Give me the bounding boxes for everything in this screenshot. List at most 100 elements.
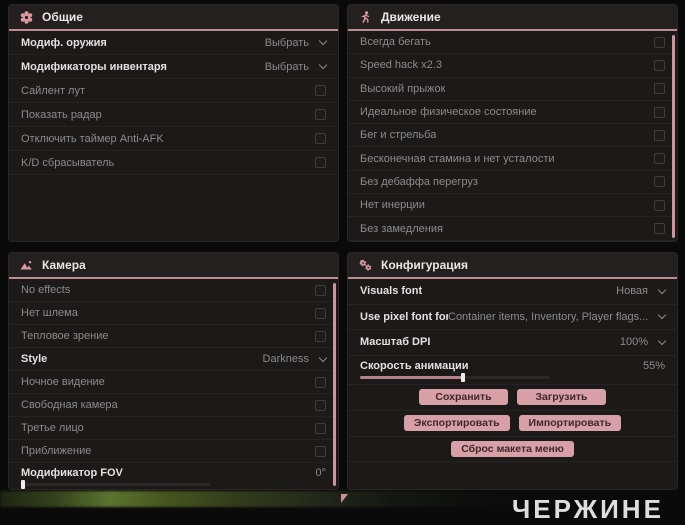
row-style: Style Darkness: [9, 348, 338, 371]
chevron-down-icon: [657, 311, 667, 320]
dpi-scale-dropdown[interactable]: 100%: [620, 336, 667, 348]
row-visuals-font: Visuals font Новая: [348, 279, 677, 305]
always-run-checkbox[interactable]: [654, 36, 665, 48]
row-no-inertia[interactable]: Нет инерции: [348, 194, 677, 218]
inventory-mods-dropdown[interactable]: Выбрать: [264, 60, 328, 73]
weapon-mods-dropdown[interactable]: Выбрать: [265, 36, 328, 49]
row-pixel-font: Use pixel font for Container items, Inve…: [348, 305, 677, 330]
visuals-font-dropdown[interactable]: Новая: [616, 285, 667, 298]
row-silent-loot[interactable]: Сайлент лут: [9, 79, 338, 103]
third-person-checkbox[interactable]: [315, 422, 326, 434]
row-label: Отключить таймер Anti-AFK: [21, 132, 164, 145]
load-button[interactable]: Загрузить: [517, 389, 606, 405]
no-slowdown-checkbox[interactable]: [654, 223, 665, 235]
row-perfect-condition[interactable]: Идеальное физическое состояние: [348, 101, 677, 125]
infinite-stamina-checkbox[interactable]: [654, 153, 665, 165]
panel-header-config: Конфигурация: [348, 253, 677, 279]
perfect-condition-checkbox[interactable]: [654, 106, 665, 118]
map-marker-artifact: [341, 494, 348, 503]
free-camera-checkbox[interactable]: [315, 399, 326, 411]
high-jump-checkbox[interactable]: [654, 83, 665, 95]
import-button[interactable]: Импортировать: [518, 415, 622, 431]
dropdown-value: Выбрать: [264, 60, 309, 73]
gears-icon: [359, 259, 372, 271]
row-label: Бег и стрельба: [360, 129, 437, 142]
row-thermal-vision[interactable]: Тепловое зрение: [9, 325, 338, 348]
chevron-down-icon: [657, 336, 667, 345]
animation-speed-value: 55%: [642, 360, 665, 372]
runner-icon: [361, 10, 370, 23]
row-label: Скорость анимации: [360, 360, 469, 372]
row-label: Без дебаффа перегруз: [360, 175, 478, 188]
row-no-slowdown[interactable]: Без замедления: [348, 217, 677, 241]
no-overload-debuff-checkbox[interactable]: [654, 176, 665, 188]
chevron-down-icon: [318, 36, 328, 46]
no-helmet-checkbox[interactable]: [315, 307, 326, 319]
panel-camera: Камера No effects Нет шлема Тепловое зре…: [8, 252, 339, 490]
row-inventory-mods: Модификаторы инвентаря Выбрать: [9, 55, 338, 79]
no-inertia-checkbox[interactable]: [654, 199, 665, 211]
run-and-shoot-checkbox[interactable]: [654, 129, 665, 141]
row-label: Speed hack x2.3: [360, 59, 442, 72]
row-anti-afk[interactable]: Отключить таймер Anti-AFK: [9, 127, 338, 151]
dropdown-value: Новая: [616, 285, 648, 298]
style-dropdown[interactable]: Darkness: [262, 353, 328, 365]
kd-reset-checkbox[interactable]: [315, 157, 326, 168]
row-free-camera[interactable]: Свободная камера: [9, 394, 338, 417]
movement-scrollbar[interactable]: [672, 35, 675, 238]
animation-speed-slider-handle[interactable]: [461, 373, 465, 382]
row-label: Нет шлема: [21, 307, 78, 319]
show-radar-checkbox[interactable]: [315, 109, 326, 120]
silent-loot-checkbox[interactable]: [315, 85, 326, 96]
row-zoom[interactable]: Приближение: [9, 440, 338, 463]
row-label: Модиф. оружия: [21, 36, 107, 49]
row-run-and-shoot[interactable]: Бег и стрельба: [348, 124, 677, 148]
row-no-helmet[interactable]: Нет шлема: [9, 302, 338, 325]
anti-afk-checkbox[interactable]: [315, 133, 326, 144]
no-effects-checkbox[interactable]: [315, 284, 326, 296]
row-label: Без замедления: [360, 222, 443, 235]
row-always-run[interactable]: Всегда бегать: [348, 31, 677, 55]
row-no-effects[interactable]: No effects: [9, 279, 338, 302]
row-show-radar[interactable]: Показать радар: [9, 103, 338, 127]
background-location-text: ЧЕРЖИНЕ: [512, 494, 664, 524]
row-label: K/D сбрасыватель: [21, 156, 115, 169]
row-label: Use pixel font for: [360, 310, 448, 323]
export-button[interactable]: Экспортировать: [403, 415, 510, 431]
row-speed-hack[interactable]: Speed hack x2.3: [348, 54, 677, 78]
row-label: Приближение: [21, 445, 92, 457]
panel-config: Конфигурация Visuals font Новая Use pixe…: [347, 252, 678, 490]
speed-hack-checkbox[interactable]: [654, 59, 665, 71]
panel-title: Общие: [42, 10, 83, 24]
fov-slider-handle[interactable]: [21, 479, 25, 489]
row-label: Масштаб DPI: [360, 336, 431, 349]
row-kd-reset[interactable]: K/D сбрасыватель: [9, 151, 338, 175]
reset-menu-layout-button[interactable]: Сброс макета меню: [451, 440, 574, 457]
reset-layout-row: Сброс макета меню: [348, 437, 677, 462]
panel-header-movement: Движение: [348, 5, 677, 31]
thermal-vision-checkbox[interactable]: [315, 330, 326, 342]
photo-mountains-icon: [20, 260, 32, 269]
zoom-checkbox[interactable]: [315, 445, 326, 457]
chevron-down-icon: [657, 285, 667, 294]
panel-general: Общие Модиф. оружия Выбрать Модификаторы…: [8, 4, 339, 242]
pixel-font-dropdown[interactable]: Container items, Inventory, Player flags…: [448, 311, 667, 323]
row-label: Style: [21, 353, 48, 365]
row-infinite-stamina[interactable]: Бесконечная стамина и нет усталости: [348, 147, 677, 171]
row-fov-modifier: Модификатор FOV 0°: [9, 463, 338, 489]
panel-title: Камера: [42, 258, 86, 272]
row-third-person[interactable]: Третье лицо: [9, 417, 338, 440]
row-high-jump[interactable]: Высокий прыжок: [348, 78, 677, 101]
night-vision-checkbox[interactable]: [315, 376, 326, 388]
fov-slider[interactable]: [21, 479, 211, 489]
row-no-overload-debuff[interactable]: Без дебаффа перегруз: [348, 171, 677, 195]
row-label: Нет инерции: [360, 199, 425, 212]
export-import-row: Экспортировать Импортировать: [348, 411, 677, 437]
panel-movement: Движение Всегда бегать Speed hack x2.3 В…: [347, 4, 678, 242]
dropdown-value: Darkness: [262, 353, 309, 365]
row-night-vision[interactable]: Ночное видение: [9, 371, 338, 394]
save-button[interactable]: Сохранить: [419, 389, 508, 405]
camera-scrollbar[interactable]: [333, 283, 336, 486]
config-empty-area: [348, 462, 677, 486]
animation-speed-slider[interactable]: [360, 373, 550, 382]
